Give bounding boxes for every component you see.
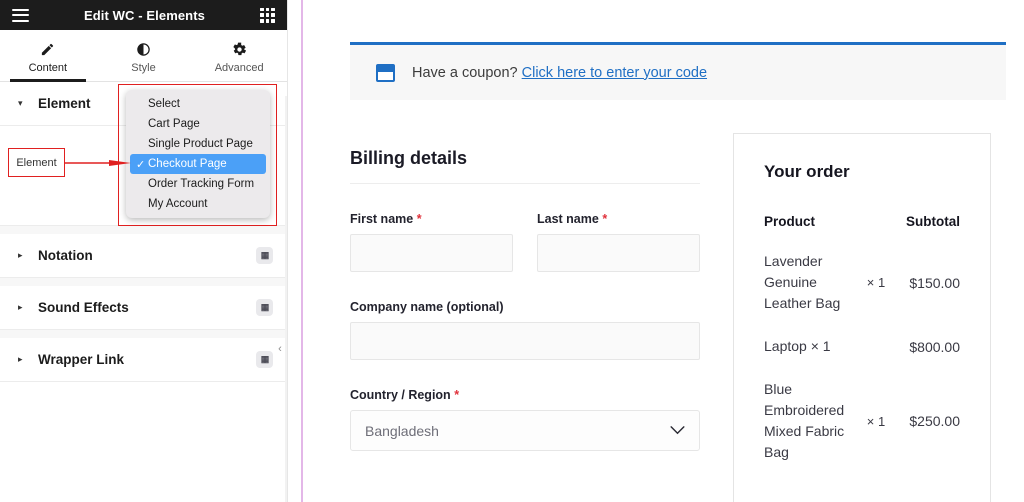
name-fields-row: First name * Last name * bbox=[350, 212, 700, 272]
tab-style[interactable]: Style bbox=[96, 30, 192, 81]
annotation-element-callout: Element bbox=[8, 148, 65, 177]
dropdown-option-label: Order Tracking Form bbox=[148, 178, 255, 190]
country-region-value: Bangladesh bbox=[365, 422, 439, 439]
canvas-guide-line bbox=[301, 0, 303, 502]
checkout-preview: Have a coupon? Click here to enter your … bbox=[304, 0, 1024, 502]
editor-topbar: Edit WC - Elements bbox=[0, 0, 287, 30]
dropdown-option-select[interactable]: Select bbox=[126, 94, 270, 114]
country-region-group: Country / Region * Bangladesh bbox=[350, 388, 700, 451]
sidebar-section-wrapper-link-label: Wrapper Link bbox=[38, 352, 125, 367]
editor-tabs: Content Style Advanced bbox=[0, 30, 287, 82]
dropdown-option-checkout-page[interactable]: ✓ Checkout Page bbox=[130, 154, 266, 174]
first-name-group: First name * bbox=[350, 212, 513, 272]
billing-heading: Billing details bbox=[350, 148, 700, 184]
order-item-subtotal: $150.00 bbox=[909, 274, 960, 291]
order-item-qty: × 1 bbox=[866, 275, 886, 290]
dropdown-option-single-product-page[interactable]: Single Product Page bbox=[126, 134, 270, 154]
chevron-down-icon: ▾ bbox=[18, 98, 23, 108]
chevron-right-icon: ▸ bbox=[18, 354, 23, 364]
last-name-group: Last name * bbox=[537, 212, 700, 272]
order-col-product: Product bbox=[764, 214, 816, 229]
order-line-item: Blue Embroidered Mixed Fabric Bag × 1 $2… bbox=[764, 379, 960, 463]
dropdown-option-label: Checkout Page bbox=[148, 158, 227, 170]
check-icon: ✓ bbox=[136, 158, 146, 171]
tab-style-label: Style bbox=[131, 62, 156, 74]
coupon-tag-icon bbox=[376, 63, 395, 82]
billing-details-form: Billing details First name * Last name * bbox=[350, 148, 700, 451]
pro-badge-icon: ▦ bbox=[256, 247, 273, 264]
last-name-label-text: Last name bbox=[537, 212, 599, 226]
tab-advanced-label: Advanced bbox=[214, 62, 264, 74]
order-item-name: Blue Embroidered Mixed Fabric Bag bbox=[764, 381, 845, 460]
first-name-label: First name * bbox=[350, 212, 513, 226]
country-region-label: Country / Region * bbox=[350, 388, 700, 402]
company-name-input[interactable] bbox=[350, 322, 700, 360]
required-mark: * bbox=[454, 388, 460, 402]
pencil-icon bbox=[40, 41, 55, 57]
chevron-right-icon: ▸ bbox=[18, 250, 23, 260]
first-name-input[interactable] bbox=[350, 234, 513, 272]
dropdown-option-label: Single Product Page bbox=[148, 138, 253, 150]
sidebar-section-notation-label: Notation bbox=[38, 248, 93, 263]
element-type-dropdown[interactable]: Select Cart Page Single Product Page ✓ C… bbox=[126, 90, 270, 218]
order-col-subtotal: Subtotal bbox=[906, 214, 960, 229]
company-name-group: Company name (optional) bbox=[350, 300, 700, 360]
dropdown-option-order-tracking-form[interactable]: Order Tracking Form bbox=[126, 174, 270, 194]
coupon-prompt: Have a coupon? bbox=[412, 64, 518, 81]
order-item-qty: × 1 bbox=[866, 413, 886, 429]
dropdown-option-label: My Account bbox=[148, 198, 208, 210]
dropdown-option-label: Select bbox=[148, 98, 180, 110]
panel-scrollbar[interactable] bbox=[285, 96, 287, 502]
section-divider bbox=[0, 278, 287, 286]
tab-advanced[interactable]: Advanced bbox=[191, 30, 287, 81]
section-divider bbox=[0, 226, 287, 234]
editor-title: Edit WC - Elements bbox=[84, 7, 205, 23]
order-line-item: Lavender Genuine Leather Bag × 1 $150.00 bbox=[764, 251, 960, 314]
tab-content[interactable]: Content bbox=[0, 30, 96, 82]
annotation-arrow-icon bbox=[65, 160, 131, 166]
country-region-label-text: Country / Region bbox=[350, 388, 451, 402]
section-divider bbox=[0, 330, 287, 338]
pro-badge-icon: ▦ bbox=[256, 299, 273, 316]
order-table-header: Product Subtotal bbox=[764, 214, 960, 229]
order-item-name: Lavender Genuine Leather Bag bbox=[764, 253, 841, 311]
dropdown-option-cart-page[interactable]: Cart Page bbox=[126, 114, 270, 134]
editor-panel: Edit WC - Elements Content Style Advance… bbox=[0, 0, 288, 502]
first-name-label-text: First name bbox=[350, 212, 414, 226]
last-name-input[interactable] bbox=[537, 234, 700, 272]
contrast-icon bbox=[136, 41, 151, 57]
coupon-link[interactable]: Click here to enter your code bbox=[522, 65, 707, 81]
order-item-name: Laptop × 1 bbox=[764, 338, 831, 354]
chevron-down-icon bbox=[670, 424, 685, 437]
dropdown-option-label: Cart Page bbox=[148, 118, 200, 130]
grid-icon[interactable] bbox=[260, 7, 275, 23]
order-summary-title: Your order bbox=[764, 162, 850, 181]
coupon-text: Have a coupon? Click here to enter your … bbox=[412, 65, 707, 81]
company-name-label: Company name (optional) bbox=[350, 300, 504, 314]
order-summary: Your order Product Subtotal Lavender Gen… bbox=[733, 133, 991, 502]
sidebar-section-sound-effects[interactable]: ▸ Sound Effects ▦ bbox=[0, 286, 287, 330]
gear-icon bbox=[232, 41, 247, 57]
coupon-notice[interactable]: Have a coupon? Click here to enter your … bbox=[350, 42, 1006, 100]
required-mark: * bbox=[602, 212, 608, 226]
order-item-subtotal: $250.00 bbox=[909, 413, 960, 429]
country-region-select[interactable]: Bangladesh bbox=[350, 410, 700, 451]
hamburger-icon[interactable] bbox=[12, 8, 29, 22]
tab-content-label: Content bbox=[28, 62, 68, 74]
dropdown-option-my-account[interactable]: My Account bbox=[126, 194, 270, 214]
order-item-subtotal: $800.00 bbox=[909, 338, 960, 355]
sidebar-section-notation[interactable]: ▸ Notation ▦ bbox=[0, 234, 287, 278]
last-name-label: Last name * bbox=[537, 212, 700, 226]
required-mark: * bbox=[416, 212, 422, 226]
screenshot-root: Edit WC - Elements Content Style Advance… bbox=[0, 0, 1024, 502]
chevron-right-icon: ▸ bbox=[18, 302, 23, 312]
order-line-item: Laptop × 1 $800.00 bbox=[764, 336, 960, 357]
sidebar-section-sound-effects-label: Sound Effects bbox=[38, 300, 129, 315]
sidebar-section-wrapper-link[interactable]: ▸ Wrapper Link ▦ bbox=[0, 338, 287, 382]
pro-badge-icon: ▦ bbox=[256, 351, 273, 368]
order-col-spacer bbox=[864, 214, 906, 229]
collapse-panel-button[interactable]: ‹ bbox=[272, 336, 287, 362]
annotation-element-label: Element bbox=[16, 156, 57, 169]
